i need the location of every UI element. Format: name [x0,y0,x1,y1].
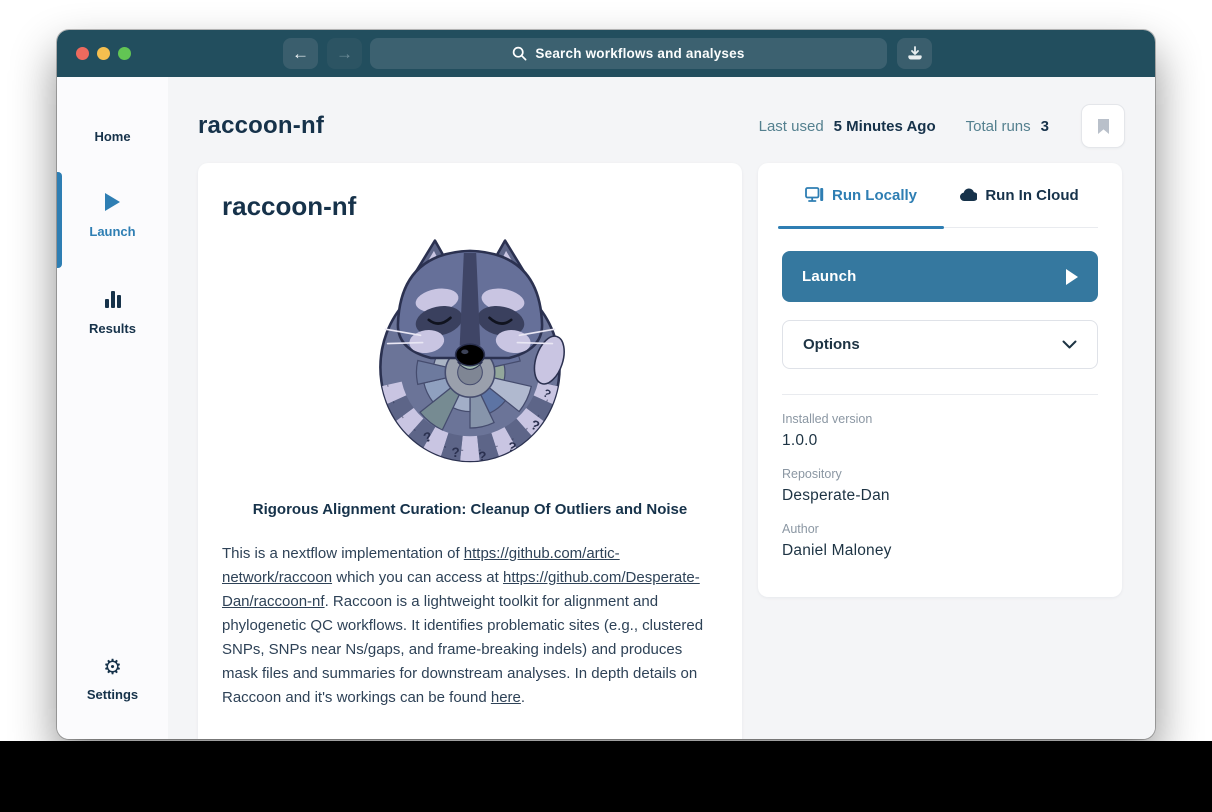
cloud-icon [959,188,977,202]
bookmark-icon [1097,118,1110,135]
workflow-description: This is a nextflow implementation of htt… [222,542,718,710]
last-used-label: Last used [759,118,824,135]
play-icon [105,193,120,211]
info-row-installed-version: Installed version 1.0.0 [782,412,1098,450]
info-value: 1.0.0 [782,432,1098,450]
run-panel: Run Locally Run In Cloud Launch [758,163,1122,597]
search-icon [512,46,527,61]
info-value: Desperate-Dan [782,487,1098,505]
gear-icon: ⚙ [103,656,122,679]
search-input[interactable]: Search workflows and analyses [370,38,887,69]
workflow-tagline: Rigorous Alignment Curation: Cleanup Of … [222,501,718,518]
illustration-wrap: ? ? ? ? ? ? [222,230,718,491]
info-label: Author [782,522,1098,536]
description-link[interactable]: here [491,689,521,706]
forward-button[interactable]: → [327,38,362,69]
monitor-icon [805,187,824,203]
bookmark-button[interactable] [1081,104,1125,148]
back-button[interactable]: ← [283,38,318,69]
tab-run-locally[interactable]: Run Locally [782,163,940,227]
search-placeholder: Search workflows and analyses [535,46,744,61]
options-button-label: Options [803,336,860,353]
minimize-window-button[interactable] [97,47,110,60]
total-runs-label: Total runs [966,118,1031,135]
back-arrow-icon: ← [292,44,309,64]
app-window: ← → Search workflows and analyses [57,30,1155,739]
sidebar-item-label: Settings [57,687,168,702]
panel-divider [782,394,1098,395]
screen-bottom-band [0,741,1212,812]
import-workflow-button[interactable] [897,38,932,69]
sidebar-item-label: Results [57,321,168,336]
svg-text:?: ? [451,445,459,460]
options-button[interactable]: Options [782,320,1098,369]
launch-button-label: Launch [802,268,857,285]
bar-chart-icon [105,291,121,308]
launch-button[interactable]: Launch [782,251,1098,302]
download-tray-icon [907,46,923,61]
sidebar-item-settings[interactable]: ⚙ Settings [57,657,168,702]
content-row: raccoon-nf [168,163,1155,739]
tab-label: Run Locally [832,187,917,204]
window-body: Home Launch Results ⚙ Settings raccoon-n… [57,77,1155,739]
workflow-card: raccoon-nf [198,163,742,739]
info-row-repository: Repository Desperate-Dan [782,467,1098,505]
chevron-down-icon [1062,340,1077,349]
info-value: Daniel Maloney [782,542,1098,560]
forward-arrow-icon: → [336,44,353,64]
info-label: Repository [782,467,1098,481]
raccoon-illustration: ? ? ? ? ? ? [367,230,573,486]
svg-text:?: ? [478,449,486,464]
page-title: raccoon-nf [198,112,324,140]
workflow-name: raccoon-nf [222,191,718,222]
sidebar-item-results[interactable]: Results [57,291,168,336]
play-icon [1066,269,1078,285]
tab-label: Run In Cloud [985,187,1078,204]
sidebar-item-label: Launch [57,224,168,239]
main-area: raccoon-nf Last used 5 Minutes Ago Total… [168,77,1155,739]
zoom-window-button[interactable] [118,47,131,60]
run-mode-tabs: Run Locally Run In Cloud [782,163,1098,228]
last-used-value: 5 Minutes Ago [834,118,936,135]
sidebar-item-label: Home [57,129,168,144]
info-row-author: Author Daniel Maloney [782,522,1098,560]
info-label: Installed version [782,412,1098,426]
svg-text:?: ? [506,439,517,455]
close-window-button[interactable] [76,47,89,60]
sidebar-item-launch[interactable]: Launch [57,193,168,239]
tab-run-in-cloud[interactable]: Run In Cloud [940,163,1098,227]
titlebar: ← → Search workflows and analyses [57,30,1155,77]
header-meta: Last used 5 Minutes Ago Total runs 3 [759,104,1125,148]
sidebar: Home Launch Results ⚙ Settings [57,77,169,739]
sidebar-item-home[interactable]: Home [57,103,168,144]
total-runs-value: 3 [1041,118,1049,135]
page-header: raccoon-nf Last used 5 Minutes Ago Total… [168,77,1155,149]
